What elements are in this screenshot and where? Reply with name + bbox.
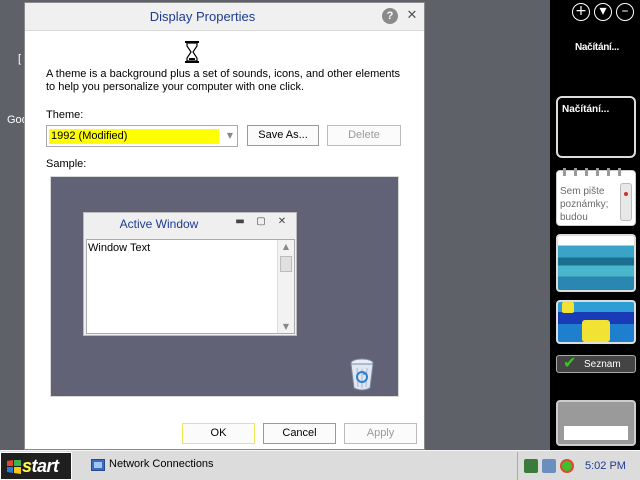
add-gadget-button[interactable]: +: [572, 3, 590, 21]
sample-close-icon: ✕: [277, 216, 287, 227]
scroll-down-icon: ▼: [282, 322, 290, 331]
help-button[interactable]: ?: [382, 8, 398, 24]
theme-description: A theme is a background plus a set of so…: [46, 68, 401, 93]
taskbar-item-network-connections[interactable]: Network Connections: [86, 453, 286, 477]
rss-feed-icon: [582, 320, 610, 342]
sample-window-text: Window Text: [88, 242, 151, 254]
sample-window-title: Active Window: [119, 217, 199, 231]
delete-button[interactable]: Delete: [327, 125, 401, 146]
theme-selected-value: 1992 (Modified): [49, 129, 219, 144]
taskbar: start Network Connections 5:02 PM: [0, 450, 640, 480]
notes-gadget-text: Sem pište poznámky; budou: [560, 186, 609, 223]
network-connections-icon: [91, 459, 105, 471]
blank-gadget[interactable]: [556, 400, 636, 446]
theme-sample-preview: Active Window ▬ ▢ ✕ Window Text ▲ ▼: [50, 176, 399, 397]
loading-gadget-label: Načítání...: [562, 104, 610, 115]
cancel-button[interactable]: Cancel: [263, 423, 336, 444]
dialog-titlebar[interactable]: Display Properties ? ✕: [25, 3, 424, 31]
sample-label: Sample:: [46, 158, 87, 170]
blank-gadget-field: [564, 426, 628, 440]
recycle-bin-icon: [350, 358, 374, 391]
apply-button[interactable]: Apply: [344, 423, 417, 444]
save-as-button[interactable]: Save As...: [247, 125, 319, 146]
desktop-label-fragment[interactable]: [: [18, 53, 21, 65]
theme-label: Theme:: [46, 109, 84, 121]
sidebar-tray-icon[interactable]: [542, 459, 556, 473]
notes-scroll-tab[interactable]: [620, 183, 632, 221]
notes-gadget[interactable]: Sem pište poznámky; budou: [556, 168, 636, 226]
scroll-up-icon: ▲: [282, 242, 290, 251]
slideshow-gadget[interactable]: [556, 234, 636, 292]
seznam-gadget-label: Seznam: [584, 359, 621, 370]
system-tray: 5:02 PM: [517, 452, 640, 480]
feed-gadget[interactable]: [556, 300, 636, 344]
hourglass-icon: [185, 41, 199, 63]
start-label: start: [22, 456, 59, 476]
sidebar-menu-button[interactable]: ▾: [594, 3, 612, 21]
security-tray-icon[interactable]: [560, 459, 574, 473]
taskbar-clock[interactable]: 5:02 PM: [585, 460, 626, 472]
minimize-sidebar-button[interactable]: –: [616, 3, 634, 21]
sample-scrollbar: ▲ ▼: [277, 240, 294, 333]
scroll-thumb: [280, 256, 292, 272]
checkmark-icon: ✔: [563, 353, 577, 372]
sample-active-window: Active Window ▬ ▢ ✕ Window Text ▲ ▼: [83, 212, 297, 336]
notepad-rings: [563, 168, 629, 176]
windows-flag-icon: [7, 460, 21, 474]
close-button[interactable]: ✕: [405, 8, 419, 24]
network-tray-icon[interactable]: [524, 459, 538, 473]
start-button[interactable]: start: [0, 452, 72, 480]
seznam-gadget[interactable]: ✔ Seznam: [556, 353, 636, 373]
sample-minimize-icon: ▬: [235, 216, 245, 227]
theme-dropdown[interactable]: 1992 (Modified) ▼: [46, 125, 238, 147]
dialog-title: Display Properties: [149, 9, 256, 24]
sample-window-body: Window Text ▲ ▼: [86, 239, 295, 334]
rss-small-icon: [562, 302, 574, 313]
headline-gadget-label[interactable]: Načítání...: [575, 42, 619, 53]
sample-maximize-icon: ▢: [256, 216, 266, 227]
dropdown-arrow-icon[interactable]: ▼: [227, 131, 233, 140]
ok-button[interactable]: OK: [181, 422, 256, 445]
display-properties-dialog: Display Properties ? ✕ A theme is a back…: [24, 2, 425, 450]
loading-gadget[interactable]: Načítání...: [556, 96, 636, 158]
taskbar-item-label: Network Connections: [109, 458, 214, 470]
